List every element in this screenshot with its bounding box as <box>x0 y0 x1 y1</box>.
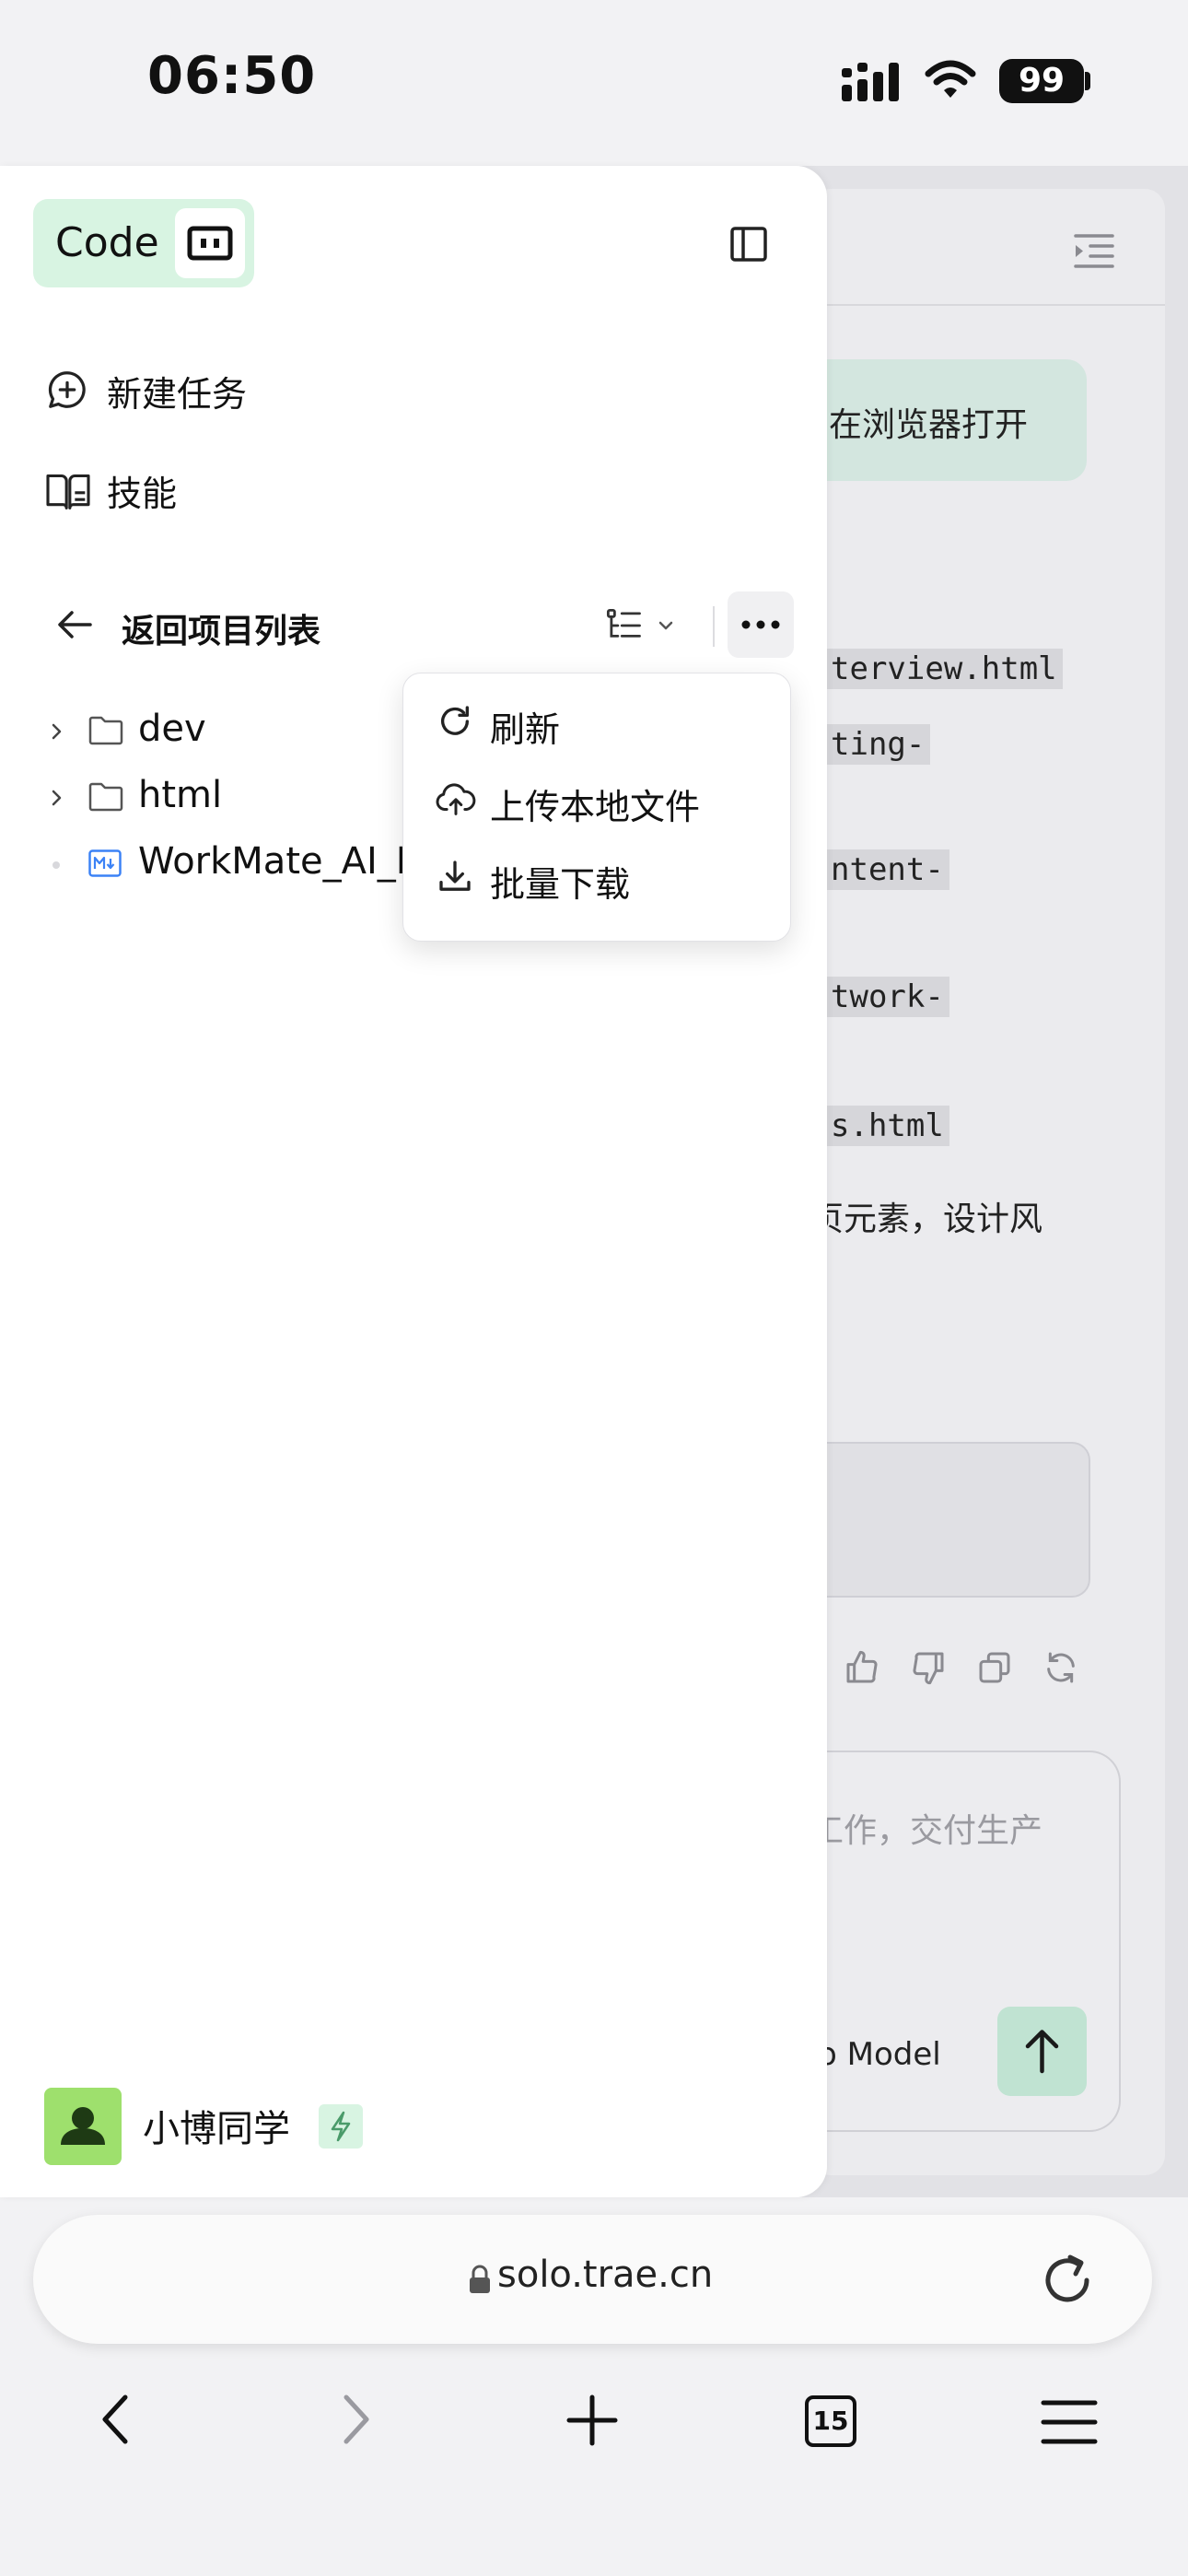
markdown-file-icon <box>88 849 122 877</box>
view-mode-dropdown[interactable] <box>604 604 678 650</box>
toolbar-divider <box>713 606 715 647</box>
thumbs-down-icon[interactable] <box>910 1649 947 1686</box>
open-in-browser-label: 在浏览器打开 <box>829 406 1029 444</box>
forward-nav-icon[interactable] <box>341 2394 372 2445</box>
indent-icon[interactable] <box>1074 232 1114 269</box>
more-options-button[interactable] <box>728 591 794 658</box>
menu-item-refresh[interactable]: 刷新 <box>413 688 779 755</box>
nav-skills[interactable]: 技能 <box>46 463 783 519</box>
sidebar-toggle-icon[interactable] <box>729 225 768 263</box>
tree-item-label: dev <box>138 708 206 750</box>
book-icon <box>46 471 90 511</box>
tree-item-label: WorkMate_AI_I <box>138 840 407 883</box>
file-chip: terview.html <box>825 649 1063 689</box>
tabs-button[interactable]: 15 <box>805 2395 856 2447</box>
chevron-down-icon <box>658 619 674 632</box>
chat-plus-icon <box>46 369 88 411</box>
thumbs-up-icon[interactable] <box>844 1649 880 1686</box>
reload-icon[interactable] <box>1039 2252 1096 2309</box>
chevron-right-icon <box>50 720 64 743</box>
menu-item-upload[interactable]: 上传本地文件 <box>413 766 779 832</box>
back-to-projects-label: 返回项目列表 <box>122 613 321 650</box>
nav-new-task[interactable]: 新建任务 <box>46 364 783 419</box>
file-chip: ntent- <box>825 849 949 890</box>
copy-icon[interactable] <box>976 1649 1013 1686</box>
folder-icon <box>88 781 123 813</box>
menu-item-label: 上传本地文件 <box>490 787 701 827</box>
background-divider <box>810 304 1165 306</box>
menu-item-label: 批量下载 <box>490 864 631 905</box>
send-button[interactable] <box>997 2007 1087 2096</box>
code-badge-icon <box>175 208 245 278</box>
arrow-left-icon <box>57 608 94 641</box>
file-chip: twork- <box>825 977 949 1017</box>
file-chip: s.html <box>825 1106 949 1146</box>
cloud-upload-icon <box>435 780 477 817</box>
app-badge-label: Code <box>55 219 159 266</box>
menu-item-batch-download[interactable]: 批量下载 <box>413 843 779 909</box>
model-label: o Model <box>818 2036 941 2073</box>
signal-icon <box>842 59 903 103</box>
flash-icon[interactable] <box>319 2104 363 2149</box>
wifi-icon <box>925 59 976 100</box>
chevron-right-icon <box>50 787 64 809</box>
menu-item-label: 刷新 <box>490 709 561 750</box>
background-input-box <box>810 1442 1090 1598</box>
avatar[interactable] <box>44 2088 122 2165</box>
tree-item-html[interactable]: html <box>46 772 396 824</box>
refresh-icon <box>437 703 473 740</box>
leaf-dot-icon <box>52 861 60 869</box>
url-text: solo.trae.cn <box>497 2254 714 2296</box>
file-chip: ting- <box>825 724 931 765</box>
new-tab-icon[interactable] <box>565 2394 619 2447</box>
tree-item-label: html <box>138 774 223 816</box>
composer-placeholder: 工作，交付生产 <box>810 1812 1043 1850</box>
nav-label: 技能 <box>107 474 178 514</box>
download-icon <box>437 858 473 895</box>
battery-tip <box>1085 72 1090 90</box>
regenerate-icon[interactable] <box>1042 1649 1079 1686</box>
status-time: 06:50 <box>147 46 317 106</box>
back-to-projects[interactable]: 返回项目列表 <box>57 599 352 652</box>
lock-icon <box>468 2265 492 2294</box>
tree-view-icon <box>604 606 643 645</box>
description-fragment: 页元素，设计风 <box>810 1200 1043 1238</box>
tree-item-workmate-file[interactable]: WorkMate_AI_I <box>46 838 414 890</box>
menu-icon[interactable] <box>1041 2399 1098 2445</box>
folder-icon <box>88 715 123 746</box>
nav-label: 新建任务 <box>107 374 248 415</box>
back-nav-icon[interactable] <box>99 2394 131 2445</box>
battery-indicator: 99 <box>999 59 1084 103</box>
more-options-menu: 刷新 上传本地文件 批量下载 <box>402 673 791 942</box>
tree-item-dev[interactable]: dev <box>46 706 396 757</box>
user-name[interactable]: 小博同学 <box>143 2099 290 2152</box>
